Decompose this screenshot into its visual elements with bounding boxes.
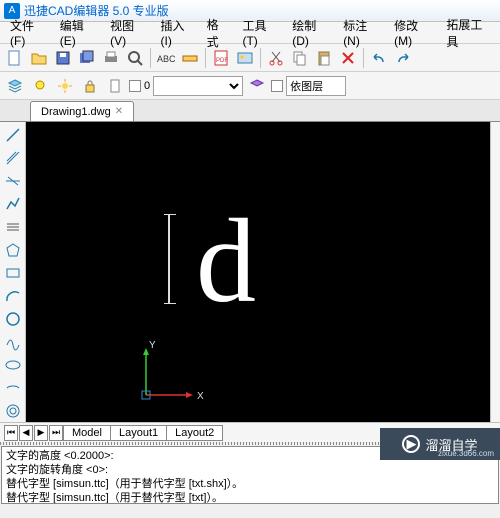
- tab-model[interactable]: Model: [63, 425, 111, 441]
- undo-button[interactable]: [368, 47, 390, 69]
- color-swatch[interactable]: [129, 80, 141, 92]
- layer-dropdown[interactable]: [153, 76, 243, 96]
- nav-last[interactable]: ⏭: [49, 425, 63, 441]
- menu-file[interactable]: 文件(F): [4, 15, 52, 50]
- menu-tools[interactable]: 工具(T): [236, 15, 284, 50]
- tab-layout2[interactable]: Layout2: [166, 425, 223, 441]
- image-button[interactable]: [234, 47, 256, 69]
- layer-zero: 0: [144, 80, 150, 92]
- ellipse-arc-tool[interactable]: [2, 377, 24, 399]
- svg-text:X: X: [197, 391, 204, 402]
- svg-text:Y: Y: [149, 340, 156, 351]
- menu-modify[interactable]: 修改(M): [388, 15, 438, 50]
- sun-icon[interactable]: [54, 75, 76, 97]
- save-button[interactable]: [52, 47, 74, 69]
- svg-text:ABC: ABC: [157, 54, 175, 64]
- cmd-line-4: 替代字型 [simsun.ttc]（用于替代字型 [txt]）。: [6, 491, 494, 504]
- doc-tab[interactable]: Drawing1.dwg ✕: [30, 101, 134, 121]
- rect-tool[interactable]: [2, 262, 24, 284]
- abc-button[interactable]: ABC: [155, 47, 177, 69]
- delete-button[interactable]: [337, 47, 359, 69]
- toolbar-layer: 0 依图层: [0, 72, 500, 100]
- donut-tool[interactable]: [2, 400, 24, 422]
- svg-text:PDF: PDF: [216, 58, 228, 64]
- text-cursor: [168, 214, 170, 304]
- menu-edit[interactable]: 编辑(E): [54, 15, 102, 50]
- cut-button[interactable]: [265, 47, 287, 69]
- close-icon[interactable]: ✕: [115, 106, 123, 117]
- nav-first[interactable]: ⏮: [4, 425, 18, 441]
- document-tabs: Drawing1.dwg ✕: [0, 100, 500, 122]
- nav-prev[interactable]: ◀: [19, 425, 33, 441]
- new-button[interactable]: [4, 47, 26, 69]
- tab-layout1[interactable]: Layout1: [110, 425, 167, 441]
- layer-tool-icon[interactable]: [246, 75, 268, 97]
- polyline-tool[interactable]: [2, 193, 24, 215]
- lock-icon[interactable]: [79, 75, 101, 97]
- preview-button[interactable]: [124, 47, 146, 69]
- arc-tool[interactable]: [2, 285, 24, 307]
- bylayer-dropdown[interactable]: 依图层: [286, 76, 346, 96]
- polygon-tool[interactable]: [2, 239, 24, 261]
- bulb-icon[interactable]: [29, 75, 51, 97]
- open-button[interactable]: [28, 47, 50, 69]
- color-swatch-2[interactable]: [271, 80, 283, 92]
- ellipse-tool[interactable]: [2, 354, 24, 376]
- xline-tool[interactable]: [2, 170, 24, 192]
- menu-bar: 文件(F) 编辑(E) 视图(V) 插入(I) 格式 工具(T) 绘制(D) 标…: [0, 22, 500, 44]
- watermark: ▶ 溜溜自学 zixue.3d66.com: [380, 428, 500, 460]
- draw-toolbar: [0, 122, 26, 422]
- drawing-canvas[interactable]: d X Y: [26, 122, 490, 422]
- copy-button[interactable]: [289, 47, 311, 69]
- play-icon: ▶: [402, 435, 420, 453]
- nav-next[interactable]: ▶: [34, 425, 48, 441]
- layers-icon[interactable]: [4, 75, 26, 97]
- spline-tool[interactable]: [2, 331, 24, 353]
- menu-insert[interactable]: 插入(I): [155, 15, 199, 50]
- circle-tool[interactable]: [2, 308, 24, 330]
- tab-label: Drawing1.dwg: [41, 106, 111, 118]
- pdf-button[interactable]: PDF: [210, 47, 232, 69]
- line-tool[interactable]: [2, 124, 24, 146]
- ray-tool[interactable]: [2, 147, 24, 169]
- redo-button[interactable]: [392, 47, 414, 69]
- cmd-line-3: 替代字型 [simsun.ttc]（用于替代字型 [txt.shx]）。: [6, 477, 494, 491]
- cmd-line-2: 文字的旋转角度 <0>:: [6, 463, 494, 477]
- menu-dimension[interactable]: 标注(N): [337, 15, 386, 50]
- multiline-tool[interactable]: [2, 216, 24, 238]
- menu-format[interactable]: 格式: [201, 14, 235, 52]
- ruler-button[interactable]: [179, 47, 201, 69]
- right-gutter: [490, 122, 500, 422]
- paste-button[interactable]: [313, 47, 335, 69]
- drawn-text: d: [196, 192, 256, 330]
- print-button[interactable]: [100, 47, 122, 69]
- doc-icon[interactable]: [104, 75, 126, 97]
- menu-view[interactable]: 视图(V): [104, 15, 152, 50]
- menu-draw[interactable]: 绘制(D): [286, 15, 335, 50]
- watermark-url: zixue.3d66.com: [438, 449, 494, 458]
- saveall-button[interactable]: [76, 47, 98, 69]
- ucs-icon: X Y: [131, 340, 211, 410]
- menu-extend[interactable]: 拓展工具: [440, 14, 496, 52]
